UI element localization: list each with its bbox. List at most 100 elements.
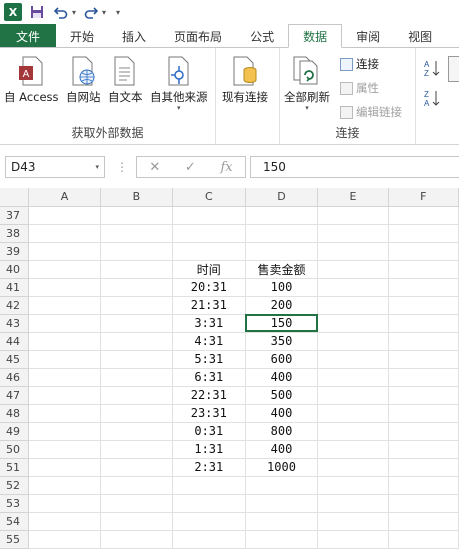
cell[interactable]: 6:31 [172,368,246,387]
cell[interactable]: 5:31 [172,350,246,369]
cell[interactable]: 400 [245,368,319,387]
cell[interactable] [317,458,389,477]
cell[interactable] [100,494,174,513]
cell[interactable] [28,242,101,261]
cell[interactable] [28,512,101,531]
cell[interactable] [245,530,319,549]
cell[interactable] [317,260,389,279]
row-header[interactable]: 49 [0,422,30,441]
cell[interactable] [100,332,174,351]
cell[interactable] [317,440,389,459]
row-header[interactable]: 45 [0,350,30,369]
cell[interactable] [317,224,389,243]
connections-button[interactable]: 连接 [340,56,379,72]
cell[interactable] [317,530,389,549]
column-header-a[interactable]: A [28,188,101,207]
cell[interactable]: 350 [245,332,319,351]
cell[interactable] [100,224,174,243]
cell[interactable] [28,494,101,513]
cell[interactable]: 500 [245,386,319,405]
cell[interactable]: 0:31 [172,422,246,441]
cell[interactable] [317,368,389,387]
from-web-button[interactable]: 自网站 [66,54,101,104]
cell[interactable] [28,440,101,459]
cell[interactable] [100,386,174,405]
properties-button[interactable]: 属性 [340,80,379,96]
column-header-b[interactable]: B [100,188,174,207]
cell[interactable]: 400 [245,404,319,423]
cell[interactable] [388,530,459,549]
cell[interactable]: 4:31 [172,332,246,351]
column-header-f[interactable]: F [388,188,459,207]
cell[interactable] [28,368,101,387]
cancel-icon[interactable]: ✕ [149,160,160,175]
cell[interactable] [28,206,101,225]
cell[interactable] [388,476,459,495]
cell[interactable] [100,422,174,441]
cell[interactable] [388,314,459,333]
cell[interactable] [245,224,319,243]
cell[interactable] [388,512,459,531]
row-header[interactable]: 42 [0,296,30,315]
cell[interactable]: 21:31 [172,296,246,315]
cell[interactable] [317,404,389,423]
cell[interactable] [317,206,389,225]
cell[interactable] [388,278,459,297]
row-header[interactable]: 44 [0,332,30,351]
row-header[interactable]: 40 [0,260,30,279]
sort-button-icon[interactable] [448,56,459,82]
cell[interactable] [100,278,174,297]
cell[interactable]: 时间 [172,260,246,279]
row-header[interactable]: 41 [0,278,30,297]
cell[interactable] [172,512,246,531]
save-icon[interactable] [28,3,46,21]
cell[interactable]: 600 [245,350,319,369]
cell[interactable]: 1000 [245,458,319,477]
row-header[interactable]: 46 [0,368,30,387]
cell[interactable]: 800 [245,422,319,441]
cell[interactable] [28,530,101,549]
tab-home[interactable]: 开始 [56,24,108,48]
cell[interactable] [100,242,174,261]
sort-descending-button[interactable]: ZA [424,88,442,108]
cell[interactable] [100,350,174,369]
cell[interactable] [317,494,389,513]
cell[interactable] [388,422,459,441]
cell[interactable] [317,296,389,315]
row-header[interactable]: 51 [0,458,30,477]
column-header-d[interactable]: D [245,188,319,207]
cell[interactable] [317,314,389,333]
edit-links-button[interactable]: 编辑链接 [340,104,402,120]
name-box[interactable]: D43 ▾ [5,156,105,178]
cell[interactable] [28,260,101,279]
row-header[interactable]: 47 [0,386,30,405]
cell[interactable] [317,476,389,495]
row-header[interactable]: 38 [0,224,30,243]
cell[interactable] [317,242,389,261]
cell[interactable] [245,512,319,531]
cell[interactable] [28,476,101,495]
cell[interactable] [28,332,101,351]
cell[interactable] [317,278,389,297]
cell[interactable] [172,476,246,495]
row-header[interactable]: 50 [0,440,30,459]
cell[interactable] [172,206,246,225]
cell[interactable] [388,296,459,315]
cell[interactable] [317,350,389,369]
cell[interactable] [172,494,246,513]
cell[interactable] [317,422,389,441]
cell[interactable] [317,332,389,351]
cell[interactable] [28,314,101,333]
row-header[interactable]: 53 [0,494,30,513]
cell[interactable]: 1:31 [172,440,246,459]
column-header-e[interactable]: E [317,188,389,207]
cell[interactable]: 22:31 [172,386,246,405]
cell[interactable] [100,476,174,495]
tab-formulas[interactable]: 公式 [236,24,288,48]
cell[interactable] [388,440,459,459]
formula-input[interactable]: 150 [250,156,459,178]
row-header[interactable]: 48 [0,404,30,423]
cell[interactable] [28,404,101,423]
tab-page-layout[interactable]: 页面布局 [160,24,236,48]
cell[interactable] [172,530,246,549]
